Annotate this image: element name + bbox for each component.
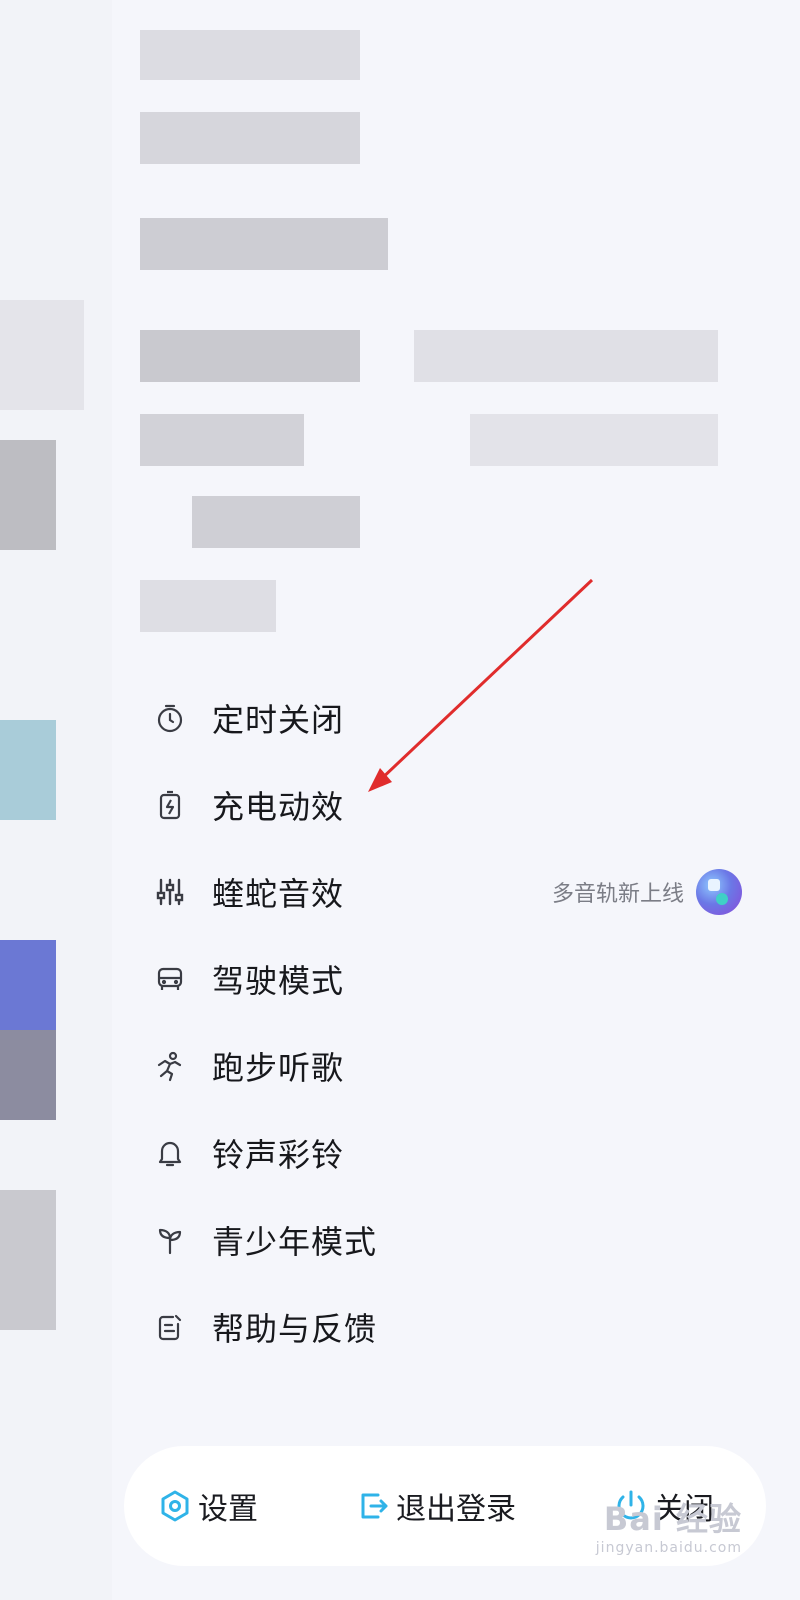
baidu-jingyan-watermark: Bai 经验 jingyan.baidu.com	[595, 1500, 742, 1556]
annotation-arrow	[368, 578, 594, 792]
